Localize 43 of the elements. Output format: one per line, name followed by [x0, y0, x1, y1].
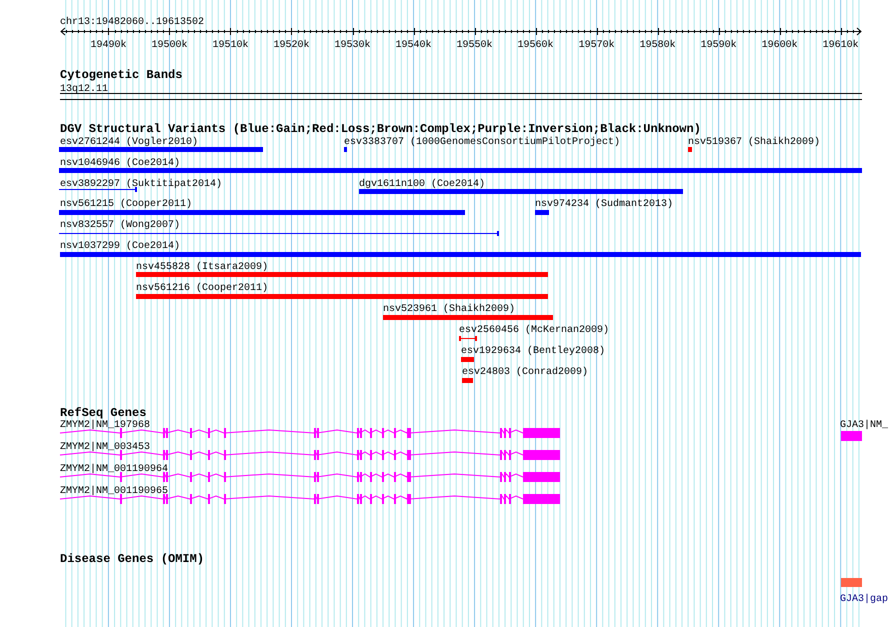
- variant-label: nsv561216 (Cooper2011): [136, 283, 268, 294]
- disease-gene-label: GJA3|gap: [840, 594, 888, 605]
- ruler-tick-label: 19540k: [396, 40, 432, 51]
- ruler-tick-label: 19550k: [456, 40, 493, 51]
- track-title: Cytogenetic Bands: [60, 68, 182, 82]
- ruler-tick-label: 19500k: [151, 40, 188, 51]
- variant-label: esv24803 (Conrad2009): [462, 367, 588, 378]
- variant-label: esv1929634 (Bentley2008): [461, 346, 606, 357]
- disease-gene-block: [841, 578, 862, 587]
- ruler-tick-label: 19610k: [822, 40, 859, 51]
- band-label: 13q12.11: [60, 84, 108, 95]
- ruler-tick-label: 19570k: [578, 40, 615, 51]
- gene-label: ZMYM2|NM_197968: [60, 420, 150, 431]
- ruler-tick-label: 19590k: [700, 40, 737, 51]
- region-label: chr13:19482060..19613502: [60, 17, 204, 28]
- ruler-tick-label: 19600k: [762, 40, 798, 51]
- gene-block: [841, 431, 862, 441]
- variant-label: esv3892297 (Suktitipat2014): [60, 179, 222, 190]
- variant-label: esv3383707 (1000GenomesConsortiumPilotProject): [344, 137, 620, 148]
- track-title: DGV Structural Variants (Blue:Gain;Red:Loss;Brown:Complex;Purple:Inversion;Black:Unknown): [60, 122, 701, 136]
- track-title: RefSeq Genes: [60, 406, 146, 420]
- variant-label: nsv832557 (Wong2007): [60, 220, 180, 231]
- ruler-tick-label: 19520k: [273, 40, 310, 51]
- variant-label: dgv1611n100 (Coe2014): [359, 179, 486, 190]
- ruler-tick-label: 19490k: [90, 40, 126, 51]
- variant-label: nsv1037299 (Coe2014): [60, 241, 180, 252]
- gene-label: GJA3|NM_: [840, 420, 888, 431]
- variant-label: nsv974234 (Sudmant2013): [535, 199, 674, 210]
- variant-label: nsv519367 (Shaikh2009): [688, 137, 820, 148]
- gene-label: ZMYM2|NM_001190965: [60, 486, 168, 497]
- ruler-tick-label: 19530k: [334, 40, 371, 51]
- gene-label: ZMYM2|NM_003453: [60, 442, 150, 453]
- variant-label: nsv523961 (Shaikh2009): [383, 304, 516, 315]
- variant-label: nsv561215 (Cooper2011): [60, 199, 192, 210]
- gene-label: ZMYM2|NM_001190964: [60, 464, 168, 475]
- variant-label: esv2761244 (Vogler2010): [60, 137, 198, 148]
- ruler-tick-label: 19580k: [640, 40, 676, 51]
- variant-label: nsv1046946 (Coe2014): [60, 158, 180, 169]
- ruler-tick-label: 19510k: [212, 40, 248, 51]
- ruler-tick-label: 19560k: [518, 40, 554, 51]
- track-title: Disease Genes (OMIM): [60, 552, 204, 566]
- variant-label: esv2560456 (McKernan2009): [459, 325, 610, 336]
- variant-label: nsv455828 (Itsara2009): [136, 262, 268, 273]
